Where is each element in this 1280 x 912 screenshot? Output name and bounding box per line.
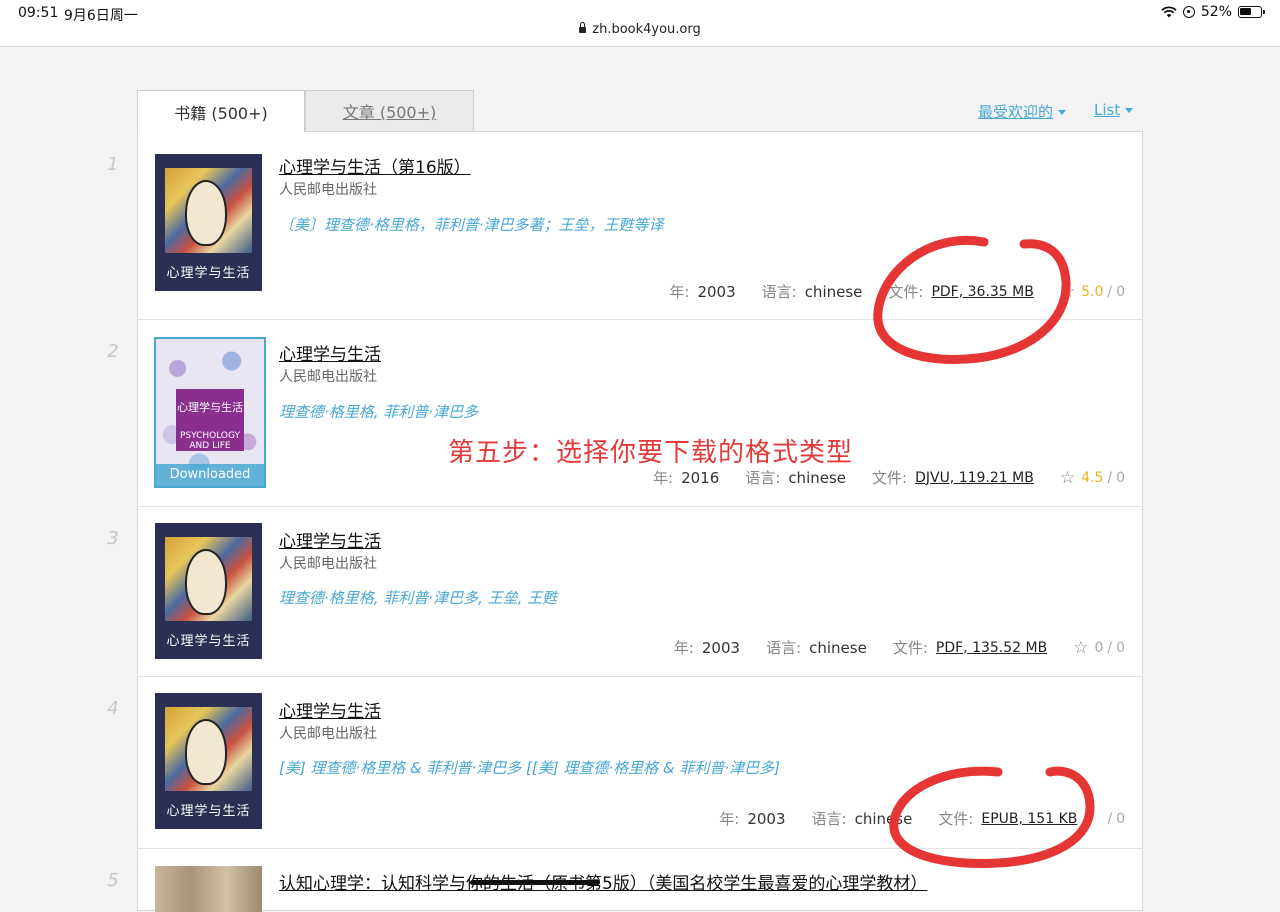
lock-icon	[579, 22, 587, 33]
wifi-icon	[1161, 6, 1177, 18]
meta-file: 文件: PDF, 135.52 MB	[892, 639, 1048, 657]
book-authors-link[interactable]: 理查德·格里格, 菲利普·津巴多, 王垒, 王甦	[279, 587, 557, 608]
file-download-link[interactable]: DJVU, 119.21 MB	[915, 470, 1034, 486]
status-bar: 09:51 9月6日周一 zh.book4you.org 52%	[0, 0, 1280, 47]
book-title-link[interactable]: 心理学与生活（第16版）	[279, 153, 471, 178]
meta-language: 语言: chinese	[766, 638, 867, 658]
book-title-link[interactable]: 认知心理学：认知科学与你的生活（原书第5版）（美国名校学生最喜爱的心理学教材）	[279, 869, 927, 894]
tab-articles[interactable]: 文章 (500+)	[305, 90, 474, 131]
book-rating[interactable]: ☆ 4.5/0	[1060, 468, 1125, 488]
book-cover[interactable]: 心理学与生活	[155, 523, 262, 659]
file-download-link[interactable]: PDF, 135.52 MB	[936, 640, 1047, 656]
book-title-link[interactable]: 心理学与生活	[279, 527, 381, 552]
orientation-lock-icon	[1182, 6, 1195, 18]
book-cover[interactable]: 心理学与生活	[155, 693, 262, 829]
meta-file: 文件: DJVU, 119.21 MB	[872, 469, 1034, 487]
tab-books[interactable]: 书籍 (500+)	[137, 90, 305, 132]
book-authors-link[interactable]: 〔美〕理查德·格里格，菲利普·津巴多著；王垒，王甦等译	[279, 214, 664, 235]
book-row-3: 3 心理学与生活 心理学与生活 人民邮电出版社 理查德·格里格, 菲利普·津巴多…	[107, 506, 1142, 677]
annotation-circle	[873, 236, 1071, 364]
sort-popular-dropdown[interactable]: 最受欢迎的	[978, 101, 1067, 122]
book-cover[interactable]: 心理学与生活	[155, 154, 262, 291]
url-text: zh.book4you.org	[592, 22, 701, 37]
status-indicators: 52%	[1161, 4, 1265, 20]
book-title-link[interactable]: 心理学与生活	[279, 340, 381, 365]
chevron-down-icon	[1125, 108, 1134, 113]
book-publisher: 人民邮电出版社	[279, 556, 377, 572]
annotation-circle	[889, 766, 1095, 868]
chevron-down-icon	[1058, 110, 1067, 115]
cover-band: 心理学与生活 PSYCHOLOGY AND LIFE	[176, 389, 244, 451]
row-number: 5	[107, 870, 119, 891]
address-bar[interactable]: zh.book4you.org	[0, 22, 1280, 37]
meta-year: 年: 2016	[653, 468, 720, 488]
meta-language: 语言: chinese	[761, 282, 863, 302]
row-number: 3	[107, 528, 119, 549]
view-mode-dropdown[interactable]: List	[1094, 101, 1134, 119]
row-number: 1	[107, 154, 119, 175]
book-cover[interactable]	[155, 866, 262, 912]
meta-year: 年: 2003	[673, 638, 741, 658]
star-icon: ☆	[1059, 467, 1076, 488]
star-icon: ☆	[1073, 637, 1089, 658]
book-title-link[interactable]: 心理学与生活	[279, 697, 381, 722]
book-rating[interactable]: /0	[1103, 811, 1125, 827]
downloaded-badge: Downloaded	[156, 464, 264, 486]
cover-title: 心理学与生活	[166, 804, 251, 819]
status-time: 09:51	[18, 5, 59, 21]
cover-title: 心理学与生活	[166, 634, 251, 649]
cover-title: 心理学与生活	[166, 266, 251, 281]
battery-percent: 52%	[1200, 4, 1232, 20]
book-authors-link[interactable]: 理查德·格里格, 菲利普·津巴多	[279, 401, 478, 422]
book-meta: 年: 2016 语言: chinese 文件: DJVU, 119.21 MB ☆ 4…	[627, 467, 1125, 488]
meta-year: 年: 2003	[719, 809, 786, 829]
sort-popular-label: 最受欢迎的	[978, 103, 1054, 121]
book-publisher: 人民邮电出版社	[279, 369, 377, 385]
row-number: 2	[107, 341, 119, 362]
book-publisher: 人民邮电出版社	[279, 182, 377, 198]
home-indicator[interactable]	[470, 880, 600, 885]
annotation-text: 第五步：选择你要下载的格式类型	[448, 438, 854, 468]
row-number: 4	[107, 698, 119, 719]
book-rating[interactable]: ☆ 0/0	[1073, 638, 1125, 658]
book-publisher: 人民邮电出版社	[279, 726, 377, 742]
book-cover[interactable]: 心理学与生活 PSYCHOLOGY AND LIFE Downloaded	[154, 337, 266, 488]
meta-language: 语言: chinese	[745, 468, 847, 488]
tab-articles-label: 文章 (500+)	[342, 103, 437, 122]
meta-year: 年: 2003	[669, 282, 736, 302]
tab-books-label: 书籍 (500+)	[174, 103, 268, 123]
view-mode-label: List	[1094, 101, 1121, 119]
book-authors-link[interactable]: [美] 理查德·格里格 & 菲利普·津巴多 [[美] 理查德·格里格 & 菲利普…	[279, 757, 780, 778]
battery-icon	[1238, 6, 1265, 18]
book-meta: 年: 2003 语言: chinese 文件: PDF, 135.52 MB ☆ 0/…	[648, 637, 1125, 658]
